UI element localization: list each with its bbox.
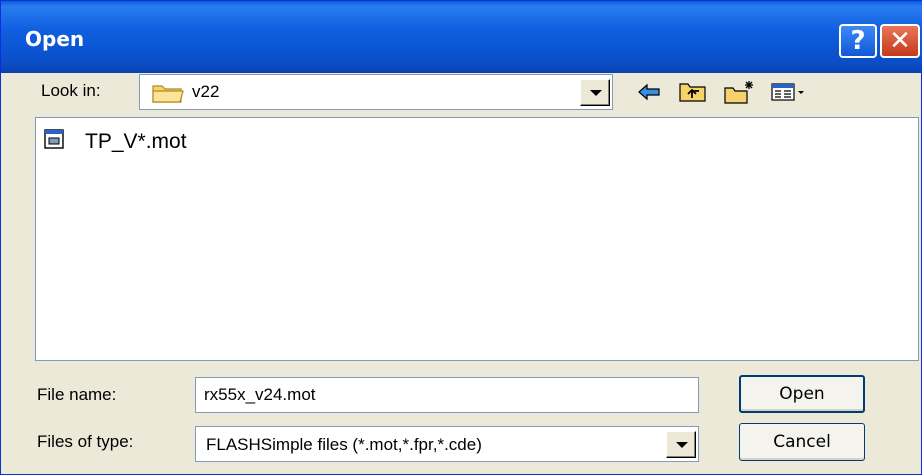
new-folder-icon[interactable]	[723, 79, 755, 105]
look-in-value: v22	[192, 82, 220, 101]
mot-file-icon	[43, 128, 65, 155]
chevron-down-icon	[590, 90, 602, 96]
list-item[interactable]: TP_V*.mot	[43, 128, 187, 155]
look-in-dropdown[interactable]: v22	[139, 74, 613, 110]
file-list[interactable]: TP_V*.mot	[35, 117, 919, 361]
file-type-dropdown-button[interactable]	[666, 431, 696, 458]
file-name: TP_V*.mot	[85, 129, 187, 153]
back-arrow-icon[interactable]	[633, 79, 665, 105]
title-bar[interactable]: Open ? ✕	[1, 1, 922, 73]
look-in-dropdown-button[interactable]	[580, 79, 610, 106]
file-type-dropdown[interactable]: FLASHSimple files (*.mot,*.fpr,*.cde)	[195, 426, 699, 462]
help-button[interactable]: ?	[839, 24, 877, 58]
cancel-button[interactable]: Cancel	[739, 423, 865, 461]
file-type-label: Files of type:	[37, 432, 134, 451]
look-in-label: Look in:	[41, 81, 101, 100]
file-name-input[interactable]	[196, 378, 698, 412]
file-name-field[interactable]	[195, 377, 699, 413]
dialog-title: Open	[25, 27, 85, 51]
close-button[interactable]: ✕	[880, 24, 920, 58]
up-folder-icon[interactable]	[677, 79, 709, 105]
open-dialog: Open ? ✕ Look in: v22 TP_V*.mot File nam…	[0, 0, 922, 475]
file-name-label: File name:	[37, 385, 117, 404]
open-button-label: Open	[779, 384, 825, 404]
view-menu-icon[interactable]	[769, 79, 809, 105]
folder-icon	[152, 82, 184, 109]
file-type-value: FLASHSimple files (*.mot,*.fpr,*.cde)	[206, 435, 482, 454]
cancel-button-label: Cancel	[773, 432, 831, 452]
open-button[interactable]: Open	[739, 375, 865, 413]
chevron-down-icon	[676, 442, 688, 448]
